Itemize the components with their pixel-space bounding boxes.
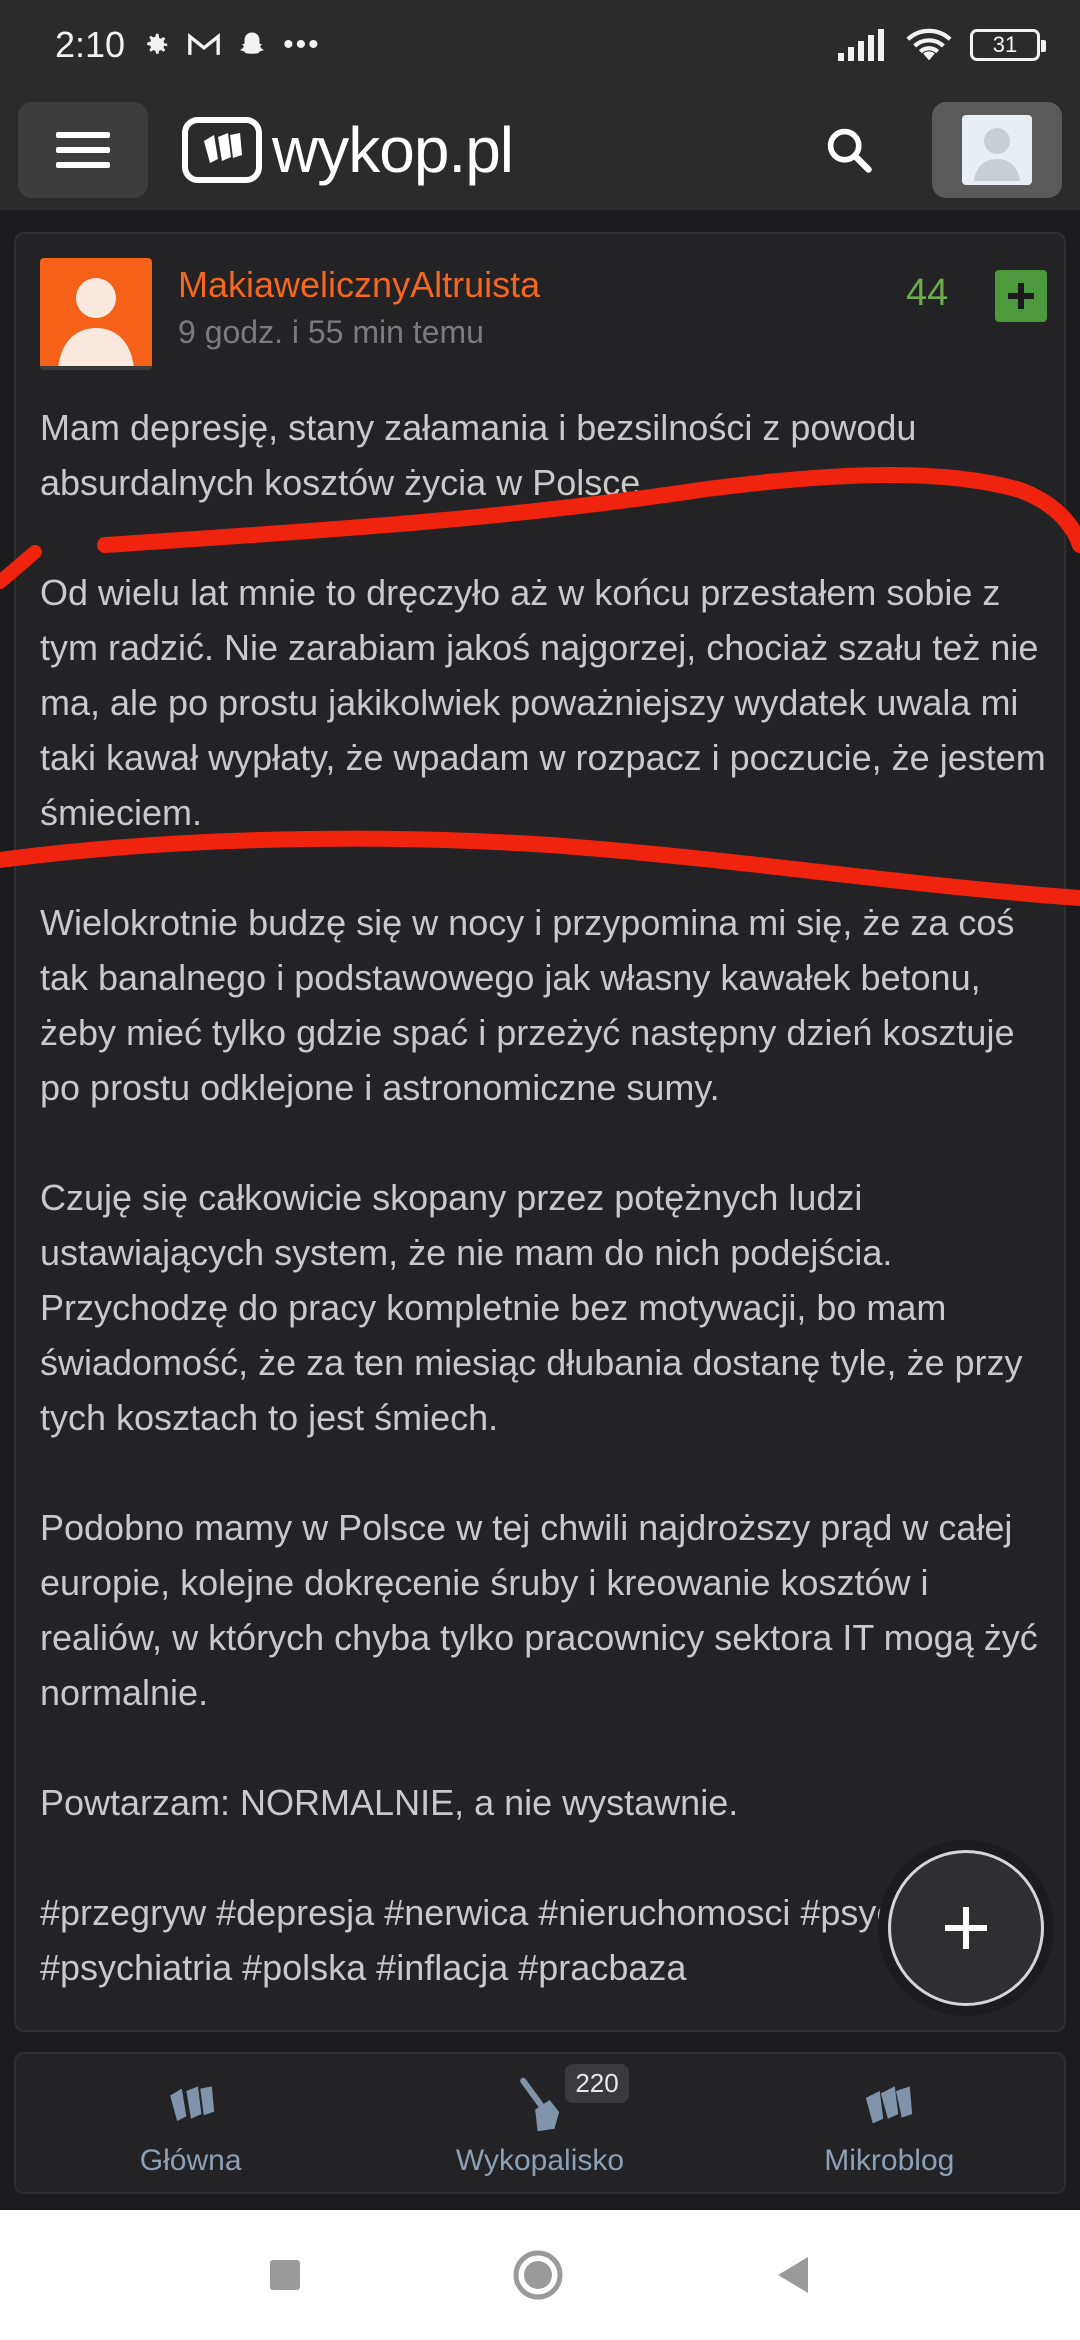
entry-body: Mam depresję, stany załamania i bezsilno… — [40, 400, 1060, 1995]
recents-square-icon[interactable] — [268, 2258, 302, 2292]
entry-paragraph: Powtarzam: NORMALNIE, a nie wystawnie. — [40, 1782, 739, 1823]
wykop-logo[interactable]: wykop.pl — [182, 113, 514, 187]
entry-paragraph: Od wielu lat mnie to dręczyło aż w końcu… — [40, 572, 1046, 833]
gmail-icon — [188, 32, 220, 55]
nav-label: Wykopalisko — [455, 2144, 625, 2177]
shovel-icon — [515, 2076, 565, 2136]
entry-paragraph: Podobno mamy w Polsce w tej chwili najdr… — [40, 1507, 1038, 1713]
hamburger-menu-button[interactable] — [18, 102, 148, 198]
signal-icon — [838, 29, 884, 61]
entry-header: MakiawelicznyAltruista 9 godz. i 55 min … — [16, 234, 1064, 370]
wifi-icon — [906, 28, 952, 61]
nav-label: Mikroblog — [824, 2144, 955, 2177]
snapchat-icon — [240, 32, 264, 54]
nav-item-mikroblog[interactable]: Mikroblog — [715, 2054, 1064, 2192]
entry-card: MakiawelicznyAltruista 9 godz. i 55 min … — [14, 232, 1066, 2032]
wykop-home-icon — [163, 2076, 219, 2136]
status-time: 2:10 — [55, 24, 126, 65]
search-icon — [827, 128, 872, 173]
nav-item-wykopalisko[interactable]: 220 Wykopalisko — [365, 2054, 714, 2192]
logo-text: wykop.pl — [272, 114, 514, 186]
more-notifications-icon: ••• — [283, 28, 321, 61]
user-avatar-icon — [962, 115, 1032, 185]
entry-paragraph: Czuję się całkowicie skopany przez potęż… — [40, 1177, 1023, 1438]
entry-timestamp: 9 godz. i 55 min temu — [178, 314, 484, 350]
wykopalisko-count-badge: 220 — [565, 2064, 629, 2103]
hamburger-icon — [56, 132, 110, 168]
bottom-navigation: Główna 220 Wykopalisko Mikroblog — [14, 2052, 1066, 2194]
app-header: wykop.pl — [0, 90, 1080, 210]
entry-paragraph: Mam depresję, stany załamania i bezsilno… — [40, 407, 917, 503]
author-username[interactable]: MakiawelicznyAltruista — [178, 264, 540, 306]
vote-count: 44 — [906, 272, 949, 314]
search-button[interactable] — [804, 102, 894, 198]
upvote-button[interactable] — [995, 270, 1047, 322]
author-avatar[interactable] — [40, 258, 152, 370]
status-bar: 2:10 ••• 31 — [0, 0, 1080, 90]
plus-icon — [1008, 283, 1034, 309]
wykop-logo-mark — [182, 117, 262, 183]
user-avatar-button[interactable] — [932, 102, 1062, 198]
nav-item-glowna[interactable]: Główna — [16, 2054, 365, 2192]
plus-icon — [945, 1907, 987, 1949]
add-entry-fab[interactable] — [888, 1850, 1044, 2006]
settings-gear-icon — [147, 33, 168, 54]
entry-paragraph: Wielokrotnie budzę się w nocy i przypomi… — [40, 902, 1015, 1108]
back-triangle-icon[interactable] — [774, 2255, 812, 2295]
nav-label: Główna — [139, 2144, 242, 2177]
battery-icon: 31 — [970, 29, 1046, 61]
system-navigation-bar — [0, 2210, 1080, 2340]
mikroblog-icon — [861, 2076, 917, 2136]
home-circle-icon[interactable] — [512, 2249, 564, 2301]
battery-level: 31 — [992, 32, 1018, 57]
